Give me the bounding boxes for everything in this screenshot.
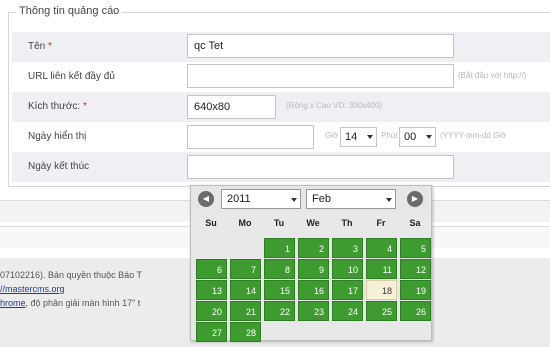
weekday-header: Su xyxy=(205,218,217,228)
footer-site-link[interactable]: //mastercms.org xyxy=(0,284,65,294)
calendar-day[interactable]: 1 xyxy=(264,238,295,258)
calendar-day[interactable]: 24 xyxy=(332,301,363,321)
calendar-day[interactable]: 9 xyxy=(298,259,329,279)
calendar-day[interactable]: 15 xyxy=(264,280,295,300)
calendar-day[interactable]: 21 xyxy=(230,301,261,321)
calendar-day[interactable]: 11 xyxy=(366,259,397,279)
hour-value: 14 xyxy=(345,131,358,143)
start-date-row: Ngày hiển thị Giờ 14 Phút 00 (YYYY-mm-dd… xyxy=(12,122,550,152)
calendar-day[interactable]: 28 xyxy=(230,322,261,342)
calendar-day[interactable]: 23 xyxy=(298,301,329,321)
date-picker-popup: ◀ 2011 Feb ▶ Su Mo Tu We Th Fr Sa 1 2 3 4 5 6 7 8 9 10 11… xyxy=(190,185,432,342)
fieldset-legend: Thông tin quảng cáo xyxy=(16,5,123,17)
weekday-header: Mo xyxy=(238,218,252,228)
name-input[interactable]: qc Tet xyxy=(187,34,454,58)
url-input[interactable] xyxy=(187,64,454,88)
hour-label: Giờ xyxy=(325,131,339,140)
month-select[interactable]: Feb xyxy=(306,189,396,209)
minute-label: Phút xyxy=(381,131,398,140)
calendar-day[interactable]: 12 xyxy=(400,259,431,279)
calendar-day[interactable]: 14 xyxy=(230,280,261,300)
url-row: URL liên kết đầy đủ (Bắt đầu với http://… xyxy=(12,62,550,92)
start-date-label: Ngày hiển thị xyxy=(28,131,87,142)
calendar-day[interactable]: 26 xyxy=(400,301,431,321)
hour-select[interactable]: 14 xyxy=(340,127,377,147)
weekday-header: Th xyxy=(341,218,353,228)
calendar-day[interactable]: 10 xyxy=(332,259,363,279)
calendar-day[interactable]: 13 xyxy=(196,280,227,300)
chevron-down-icon xyxy=(386,198,392,202)
date-format-hint: (YYYY-mm-dd Giờ xyxy=(440,131,507,140)
url-hint: (Bắt đầu với http://) xyxy=(458,71,527,80)
size-hint: (Rộng x Cao VD: 300x400) xyxy=(286,101,383,110)
weekday-header: Tu xyxy=(273,218,285,228)
minute-value: 00 xyxy=(404,131,417,143)
calendar-day[interactable]: 17 xyxy=(332,280,363,300)
year-value: 2011 xyxy=(227,193,251,205)
footer-browser-link[interactable]: hrome xyxy=(0,298,26,308)
chevron-right-icon[interactable]: ▶ xyxy=(407,191,423,207)
footer-copyright: 07102216). Bản quyền thuộc Bảo T xyxy=(0,270,142,280)
chevron-down-icon xyxy=(426,135,432,139)
calendar-day[interactable]: 3 xyxy=(332,238,363,258)
required-mark: * xyxy=(48,41,52,52)
calendar-day[interactable]: 5 xyxy=(400,238,431,258)
weekday-header: We xyxy=(306,218,320,228)
footer-resolution-note: , độ phân giải màn hình 17" t xyxy=(25,298,141,308)
calendar-day[interactable]: 8 xyxy=(264,259,295,279)
size-input[interactable]: 640x80 xyxy=(187,95,276,119)
calendar-day[interactable]: 4 xyxy=(366,238,397,258)
calendar-header: ◀ 2011 Feb ▶ xyxy=(191,186,431,212)
weekday-header: Sa xyxy=(409,218,421,228)
chevron-down-icon xyxy=(367,135,373,139)
end-date-label: Ngày kết thúc xyxy=(28,161,90,172)
url-label: URL liên kết đầy đủ xyxy=(28,71,115,82)
start-date-input[interactable] xyxy=(187,125,314,149)
year-select[interactable]: 2011 xyxy=(221,189,301,209)
calendar-day[interactable]: 25 xyxy=(366,301,397,321)
calendar-day[interactable]: 27 xyxy=(196,322,227,342)
name-label: Tên * xyxy=(28,41,52,52)
calendar-day[interactable]: 2 xyxy=(298,238,329,258)
end-date-input[interactable] xyxy=(187,155,454,179)
chevron-down-icon xyxy=(291,198,297,202)
size-label: Kích thước: * xyxy=(28,101,87,112)
calendar-day[interactable]: 7 xyxy=(230,259,261,279)
calendar-day[interactable]: 16 xyxy=(298,280,329,300)
calendar-day[interactable]: 6 xyxy=(196,259,227,279)
calendar-day[interactable]: 20 xyxy=(196,301,227,321)
size-row: Kích thước: * 640x80 (Rộng x Cao VD: 300… xyxy=(12,92,550,122)
name-row: Tên * qc Tet xyxy=(12,32,550,62)
minute-select[interactable]: 00 xyxy=(399,127,436,147)
calendar-day[interactable]: 19 xyxy=(400,280,431,300)
calendar-day[interactable]: 22 xyxy=(264,301,295,321)
weekday-header: Fr xyxy=(376,218,386,228)
calendar-day[interactable]: 18 xyxy=(366,280,397,300)
month-value: Feb xyxy=(312,193,331,205)
end-date-row: Ngày kết thúc xyxy=(12,152,550,182)
chevron-left-icon[interactable]: ◀ xyxy=(198,191,214,207)
